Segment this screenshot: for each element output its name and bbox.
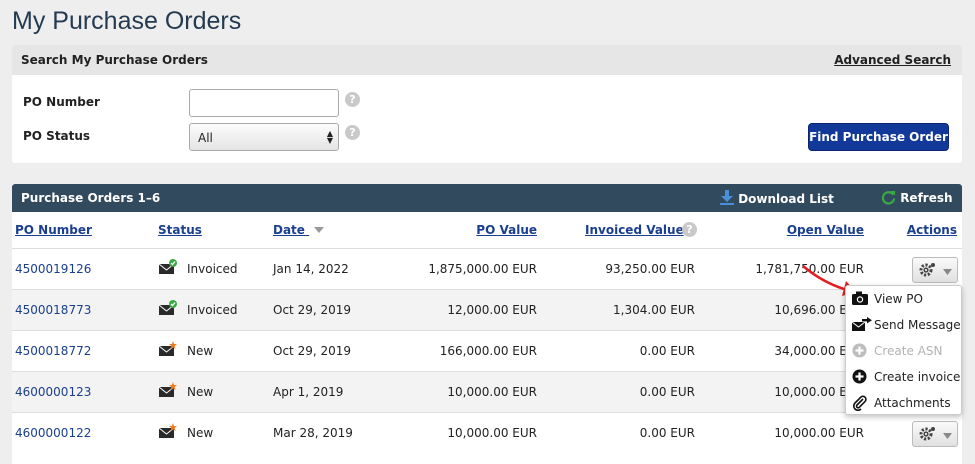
col-invoiced-value[interactable]: Invoiced Value [585, 223, 684, 237]
search-title: Search My Purchase Orders [21, 53, 208, 67]
chevron-down-icon [943, 433, 952, 439]
menu-item-view-po[interactable]: View PO [846, 288, 961, 310]
col-date[interactable]: Date [273, 223, 325, 237]
po-value-text: 12,000.00 EUR [447, 303, 537, 317]
download-list-label: Download List [738, 192, 834, 206]
menu-item-attachments[interactable]: Attachments [846, 392, 961, 414]
date-text: Mar 28, 2019 [273, 426, 353, 440]
col-po-value[interactable]: PO Value [476, 223, 537, 237]
send-message-icon [851, 317, 872, 335]
po-number-link[interactable]: 4500018773 [15, 303, 91, 317]
menu-item-label: Create ASN [874, 344, 943, 358]
po-number-link[interactable]: 4600000122 [15, 426, 91, 440]
date-text: Jan 14, 2022 [273, 262, 349, 276]
invoiced-value-text: 0.00 EUR [639, 385, 695, 399]
menu-item-label: View PO [874, 292, 923, 306]
open-value-text: 10,000.00 EUR [774, 426, 864, 440]
table-row: 4600000123 New Apr 1, 2019 10,000.00 EUR 0.0… [12, 371, 962, 412]
refresh-label: Refresh [900, 191, 953, 205]
menu-item-label: Attachments [874, 396, 951, 410]
invoiced-value-text: 0.00 EUR [639, 426, 695, 440]
date-text: Oct 29, 2019 [273, 303, 351, 317]
gear-icon [919, 427, 935, 441]
page-title: My Purchase Orders [12, 7, 242, 35]
po-status-value: All [198, 131, 213, 145]
status-text: Invoiced [187, 262, 238, 276]
po-status-help-icon[interactable]: ? [345, 125, 360, 140]
po-number-link[interactable]: 4500019126 [15, 262, 91, 276]
envelope-new-icon [158, 423, 178, 442]
table-row: 4500018772 New Oct 29, 2019 166,000.00 EUR 0… [12, 330, 962, 371]
po-number-link[interactable]: 4500018772 [15, 344, 91, 358]
results-panel: Purchase Orders 1–6 Download List Refres… [12, 184, 962, 464]
table-row: 4600000122 New Mar 28, 2019 10,000.00 EUR 0.… [12, 412, 962, 453]
refresh-button[interactable]: Refresh [881, 190, 953, 205]
po-number-label: PO Number [23, 95, 100, 109]
po-value-text: 10,000.00 EUR [447, 385, 537, 399]
po-status-select[interactable]: All ▲ ▼ [189, 123, 339, 151]
chevron-down-icon [943, 269, 952, 275]
results-header: Purchase Orders 1–6 Download List Refres… [12, 184, 962, 212]
po-number-input[interactable] [189, 89, 339, 117]
invoiced-value-help-icon[interactable]: ? [682, 222, 697, 237]
col-date-label: Date [273, 223, 305, 237]
camera-icon [852, 291, 868, 308]
envelope-new-icon [158, 382, 178, 401]
find-purchase-order-button[interactable]: Find Purchase Order [808, 123, 949, 151]
actions-menu: View PO Send Message Create ASN Create invo… [845, 285, 962, 415]
envelope-check-icon [158, 300, 178, 319]
invoiced-value-text: 1,304.00 EUR [613, 303, 695, 317]
po-status-label: PO Status [23, 129, 91, 143]
po-number-link[interactable]: 4600000123 [15, 385, 91, 399]
invoiced-value-text: 0.00 EUR [639, 344, 695, 358]
table-row: 4500018773 Invoiced Oct 29, 2019 12,000.00 … [12, 289, 962, 330]
menu-item-label: Send Message [874, 318, 961, 332]
open-value-text: 1,781,750.00 EUR [755, 262, 864, 276]
download-list-button[interactable]: Download List [720, 190, 834, 206]
menu-item-label: Create invoice [874, 370, 961, 384]
results-title: Purchase Orders 1–6 [21, 191, 161, 205]
paperclip-icon [852, 395, 868, 414]
po-value-text: 10,000.00 EUR [447, 426, 537, 440]
envelope-check-icon [158, 259, 178, 278]
po-value-text: 166,000.00 EUR [439, 344, 537, 358]
plus-circle-icon [852, 343, 867, 361]
row-actions-button[interactable] [912, 421, 958, 447]
po-value-text: 1,875,000.00 EUR [428, 262, 537, 276]
plus-circle-icon [852, 369, 867, 387]
menu-item-create-asn: Create ASN [846, 340, 961, 362]
refresh-icon [881, 190, 896, 205]
search-panel: Search My Purchase Orders Advanced Searc… [12, 45, 962, 163]
col-open-value[interactable]: Open Value [787, 223, 864, 237]
col-invoiced-value-label: Invoiced Value [585, 223, 684, 237]
download-icon [720, 190, 734, 205]
col-status[interactable]: Status [158, 223, 202, 237]
po-number-help-icon[interactable]: ? [345, 92, 360, 107]
envelope-new-icon [158, 341, 178, 360]
status-text: New [187, 344, 214, 358]
status-text: New [187, 385, 214, 399]
menu-item-send-message[interactable]: Send Message [846, 314, 961, 336]
col-po-number[interactable]: PO Number [15, 223, 92, 237]
sort-down-icon [314, 227, 325, 233]
date-text: Oct 29, 2019 [273, 344, 351, 358]
select-arrows-icon: ▲ ▼ [326, 129, 333, 145]
row-actions-button[interactable] [912, 257, 958, 283]
menu-item-create-invoice[interactable]: Create invoice [846, 366, 961, 388]
date-text: Apr 1, 2019 [273, 385, 344, 399]
gear-icon [919, 263, 935, 277]
invoiced-value-text: 93,250.00 EUR [605, 262, 695, 276]
status-text: Invoiced [187, 303, 238, 317]
col-actions: Actions [906, 223, 957, 237]
status-text: New [187, 426, 214, 440]
search-header: Search My Purchase Orders Advanced Searc… [12, 45, 962, 75]
table-row: 4500019126 Invoiced Jan 14, 2022 1,875,000.… [12, 248, 962, 289]
advanced-search-link[interactable]: Advanced Search [834, 53, 951, 67]
